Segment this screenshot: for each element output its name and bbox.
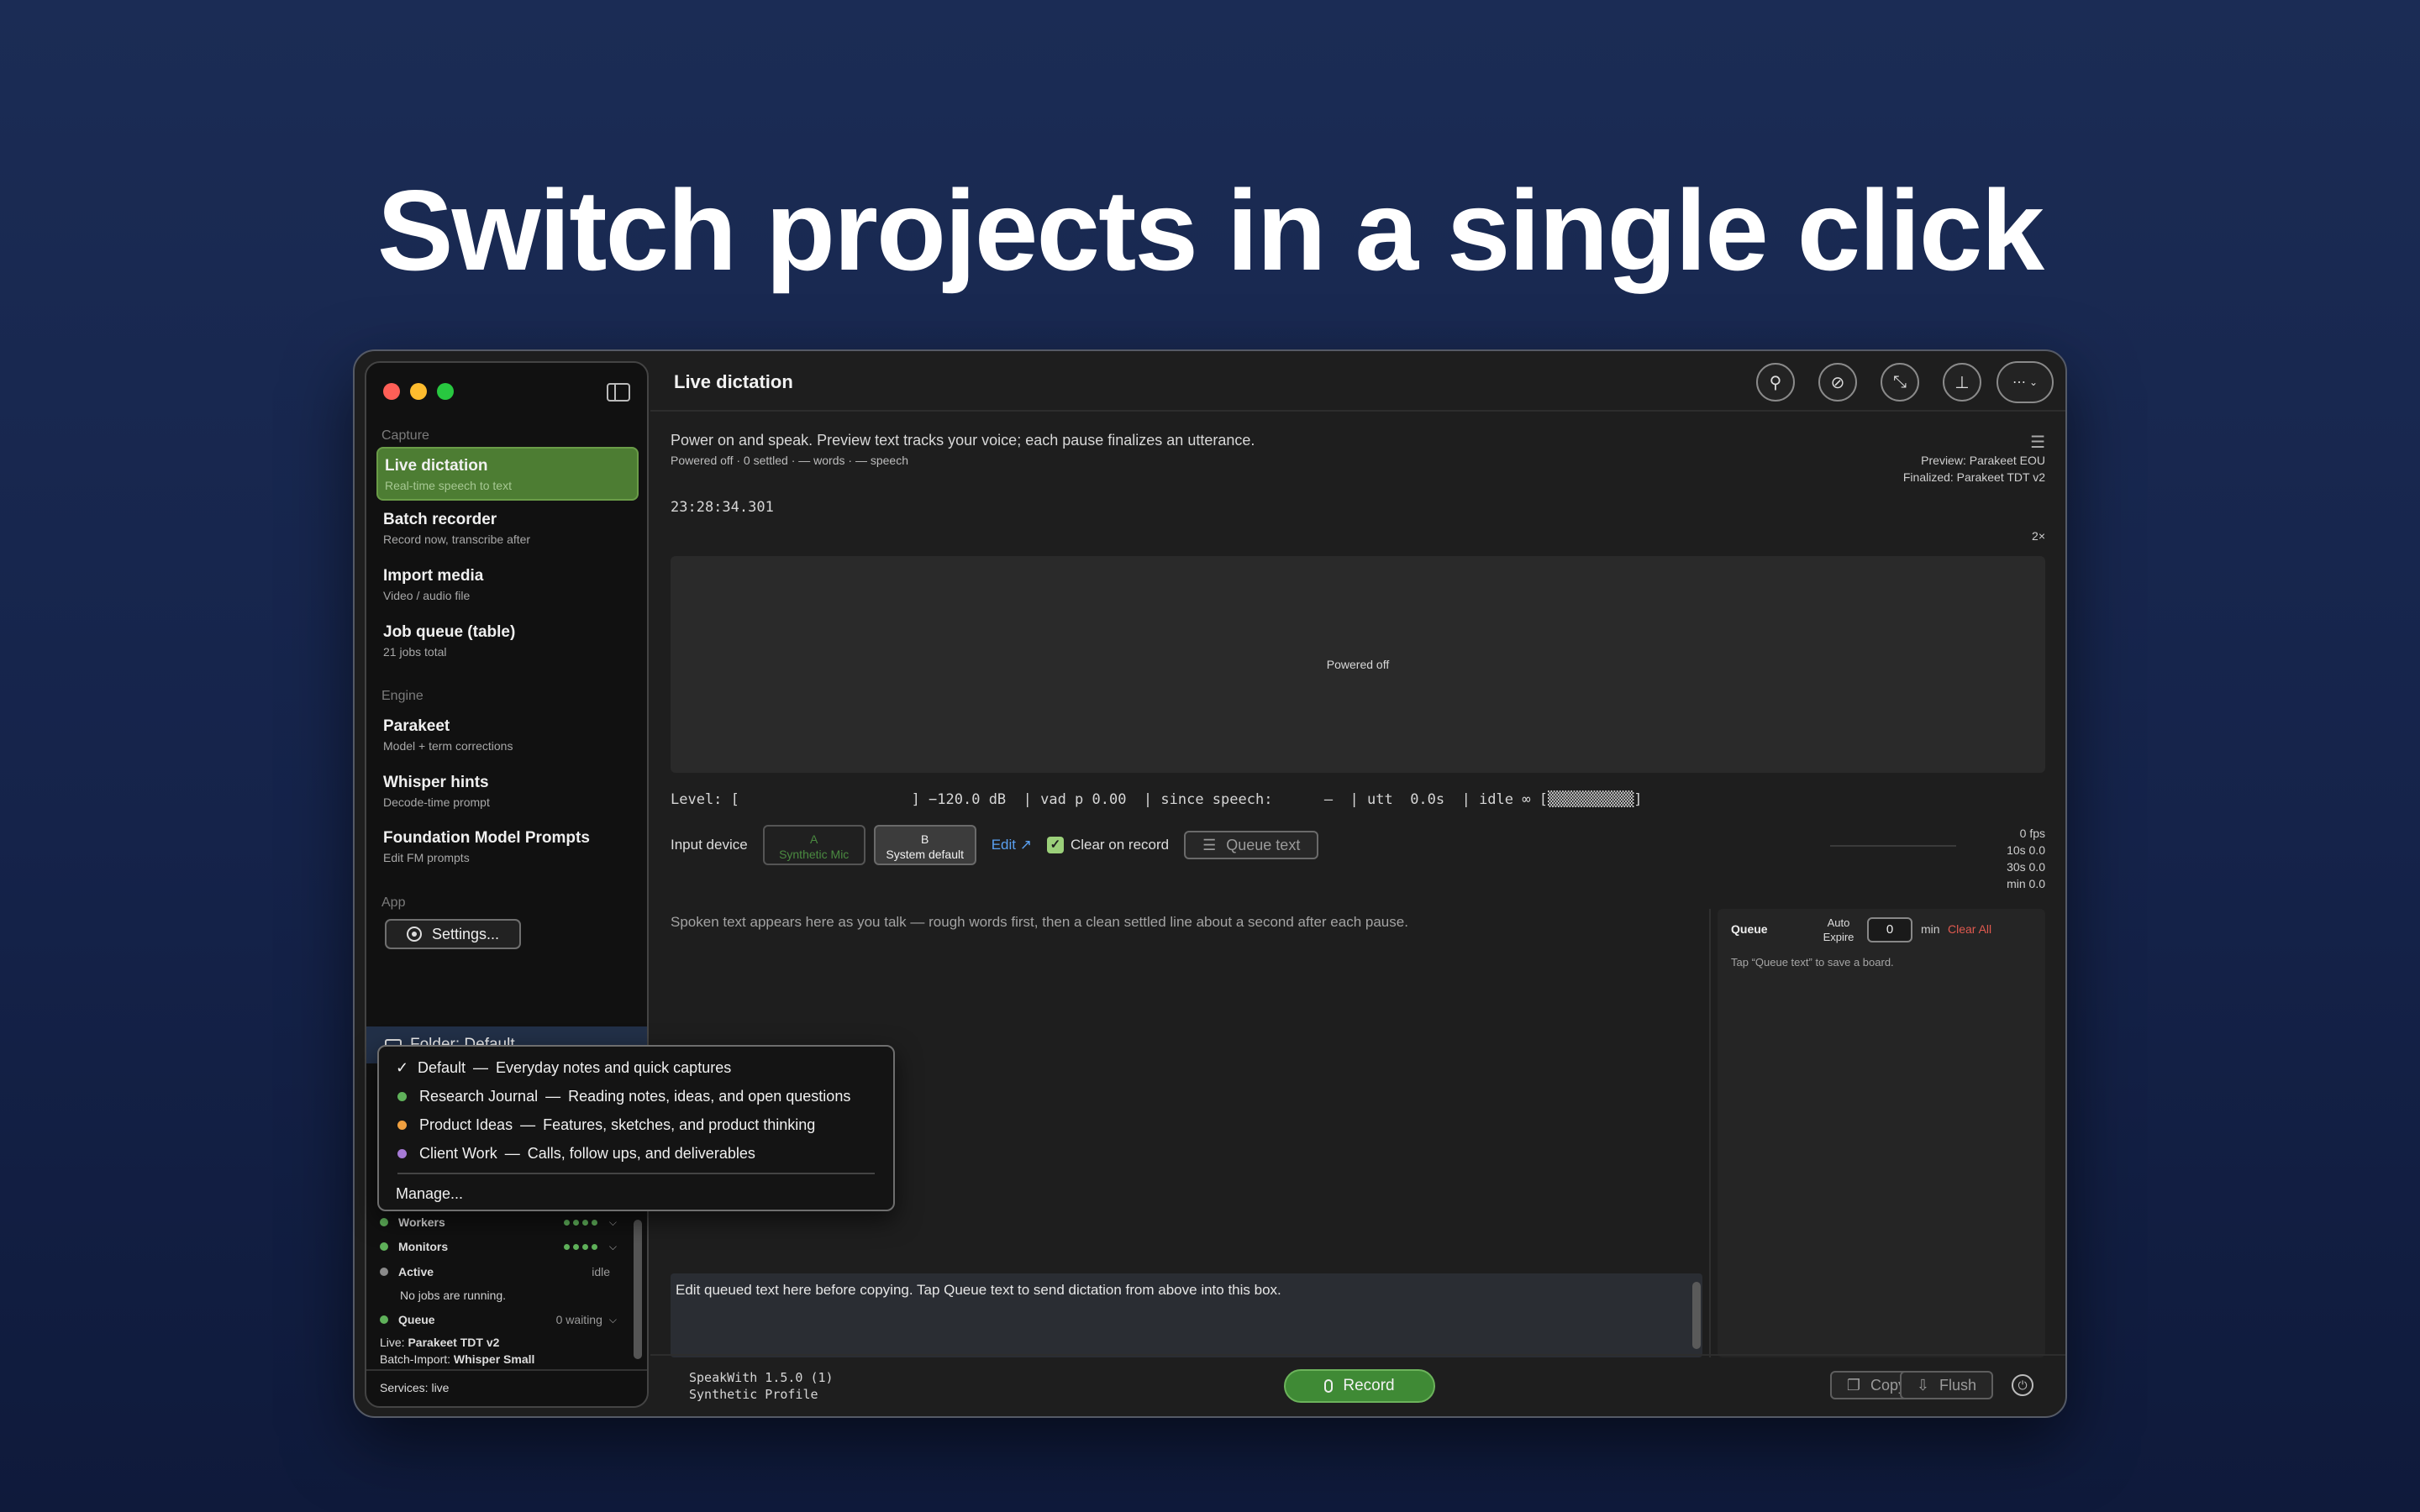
auto-expire-input[interactable]: 0 bbox=[1867, 917, 1912, 942]
folder-color-dot bbox=[397, 1148, 407, 1158]
device-a-button[interactable]: A Synthetic Mic bbox=[762, 825, 865, 865]
flush-button[interactable]: ⇩ Flush bbox=[1899, 1371, 1993, 1399]
section-label-capture: Capture bbox=[381, 428, 429, 443]
status-monitors[interactable]: Monitors ⌵ bbox=[380, 1237, 617, 1256]
flush-icon: ⇩ bbox=[1916, 1376, 1929, 1394]
minimize-window-button[interactable] bbox=[410, 383, 427, 400]
sidebar-item-foundation-model-prompts[interactable]: Foundation Model Prompts Edit FM prompts bbox=[376, 821, 639, 874]
status-workers[interactable]: Workers ⌵ bbox=[380, 1213, 617, 1231]
queue-title: Queue bbox=[1731, 922, 1768, 936]
menu-separator bbox=[397, 1173, 875, 1174]
fps-readout: 0 fps 10s 0.0 30s 0.0 min 0.0 bbox=[2007, 827, 2045, 890]
main-panel: Live dictation ⚲ ⊘ ⤡ ⊥ ⋯ ⌄ Power on and … bbox=[650, 351, 2065, 1416]
queue-text-button[interactable]: ☰ Queue text bbox=[1184, 831, 1319, 859]
queue-hint: Tap “Queue text” to save a board. bbox=[1731, 956, 1894, 969]
no-jobs-text: No jobs are running. bbox=[400, 1289, 507, 1302]
sidebar-scrollbar[interactable] bbox=[634, 1220, 642, 1359]
microphone-off-icon[interactable]: ⊘ bbox=[1818, 363, 1857, 402]
monitor-indicator-dots bbox=[563, 1243, 597, 1250]
power-icon[interactable]: ⏻ bbox=[2012, 1374, 2033, 1396]
fps-sparkline bbox=[1830, 845, 1956, 847]
sidebar-item-import-media[interactable]: Import media Video / audio file bbox=[376, 559, 639, 612]
pin-icon[interactable]: ⊥ bbox=[1943, 363, 1981, 402]
input-device-label: Input device bbox=[671, 837, 748, 853]
model-info: Preview: Parakeet EOU Finalized: Parakee… bbox=[1902, 454, 2045, 484]
status-dot bbox=[380, 1315, 388, 1324]
device-b-button[interactable]: B System default bbox=[873, 825, 976, 865]
section-label-app: App bbox=[381, 895, 406, 910]
gear-icon bbox=[407, 927, 422, 942]
checkmark-icon: ✓ bbox=[396, 1058, 409, 1076]
chevron-down-icon: ⌵ bbox=[608, 1313, 617, 1326]
sidebar-item-batch-recorder[interactable]: Batch recorder Record now, transcribe af… bbox=[376, 502, 639, 556]
headline: Switch projects in a single click bbox=[376, 166, 2044, 294]
waveform-status: Powered off bbox=[1326, 658, 1390, 671]
record-button[interactable]: Record bbox=[1284, 1369, 1435, 1403]
folder-option-client-work[interactable]: Client Work — Calls, follow ups, and del… bbox=[396, 1141, 755, 1166]
edit-device-link[interactable]: Edit ↗ bbox=[992, 837, 1032, 853]
folder-color-dot bbox=[397, 1120, 407, 1130]
waveform-display: Powered off bbox=[671, 556, 2045, 773]
page-title: Live dictation bbox=[674, 371, 793, 392]
microphone-icon bbox=[1324, 1379, 1334, 1393]
chevron-down-icon: ⌵ bbox=[608, 1215, 617, 1228]
version-info: SpeakWith 1.5.0 (1) Synthetic Profile bbox=[689, 1370, 834, 1402]
footer-bar: SpeakWith 1.5.0 (1) Synthetic Profile Re… bbox=[650, 1354, 2065, 1416]
app-window: Capture Live dictation Real-time speech … bbox=[353, 349, 2067, 1418]
status-queue[interactable]: Queue 0 waiting ⌵ bbox=[380, 1310, 617, 1329]
chevron-down-icon: ⌵ bbox=[608, 1240, 617, 1252]
ellipsis-icon: ⋯ bbox=[2012, 375, 2026, 390]
copy-icon: ❐ bbox=[1846, 1376, 1860, 1394]
playback-speed[interactable]: 2× bbox=[2032, 529, 2045, 543]
toolbar: Live dictation ⚲ ⊘ ⤡ ⊥ ⋯ ⌄ bbox=[650, 351, 2065, 412]
clock-readout: 23:28:34.301 bbox=[671, 499, 774, 516]
queued-text-editor[interactable]: Edit queued text here before copying. Ta… bbox=[671, 1273, 1702, 1357]
section-label-engine: Engine bbox=[381, 689, 424, 703]
queue-panel: Queue Auto Expire 0 min Clear All Tap “Q… bbox=[1718, 909, 2045, 1357]
more-options-button[interactable]: ⋯ ⌄ bbox=[1996, 361, 2054, 403]
level-meter-readout: Level: [ ] −120.0 dB | vad p 0.00 | sinc… bbox=[671, 791, 1643, 808]
status-active: Active idle bbox=[380, 1263, 617, 1281]
live-model-line: Live: Parakeet TDT v2 bbox=[380, 1336, 500, 1349]
clear-on-record-checkbox[interactable]: ✓ bbox=[1046, 837, 1064, 853]
status-dot bbox=[380, 1242, 388, 1251]
list-icon: ☰ bbox=[1202, 836, 1217, 853]
folder-color-dot bbox=[397, 1091, 407, 1101]
sidebar: Capture Live dictation Real-time speech … bbox=[365, 361, 649, 1408]
window-controls bbox=[383, 383, 454, 400]
folder-option-product-ideas[interactable]: Product Ideas — Features, sketches, and … bbox=[396, 1112, 815, 1137]
zoom-window-button[interactable] bbox=[437, 383, 454, 400]
clear-all-button[interactable]: Clear All bbox=[1948, 922, 1991, 936]
sidebar-item-job-queue[interactable]: Job queue (table) 21 jobs total bbox=[376, 615, 639, 669]
session-meta: Powered off · 0 settled · — words · — sp… bbox=[671, 454, 908, 467]
input-device-row: Input device A Synthetic Mic B System de… bbox=[671, 823, 1319, 867]
status-dot bbox=[380, 1268, 388, 1276]
sidebar-item-live-dictation[interactable]: Live dictation Real-time speech to text bbox=[376, 447, 639, 501]
batch-model-line: Batch-Import: Whisper Small bbox=[380, 1352, 535, 1366]
chevron-down-icon: ⌄ bbox=[2028, 376, 2039, 388]
collapse-icon[interactable]: ⤡ bbox=[1881, 363, 1919, 402]
transcript-placeholder: Spoken text appears here as you talk — r… bbox=[671, 914, 1408, 930]
sliders-icon[interactable]: ☰ bbox=[2030, 432, 2045, 453]
settings-button[interactable]: Settings... bbox=[385, 919, 521, 949]
manage-folders-item[interactable]: Manage... bbox=[396, 1181, 463, 1206]
services-status: Services: live bbox=[366, 1369, 647, 1406]
close-window-button[interactable] bbox=[383, 383, 400, 400]
sidebar-item-whisper-hints[interactable]: Whisper hints Decode-time prompt bbox=[376, 765, 639, 819]
status-dot bbox=[380, 1218, 388, 1226]
panel-divider[interactable] bbox=[1709, 909, 1711, 1357]
clear-on-record-label: Clear on record bbox=[1070, 837, 1170, 853]
folder-dropdown-menu: ✓ Default — Everyday notes and quick cap… bbox=[377, 1045, 895, 1211]
sidebar-item-parakeet[interactable]: Parakeet Model + term corrections bbox=[376, 709, 639, 763]
sidebar-toggle-icon[interactable] bbox=[607, 383, 630, 402]
auto-expire-label: Auto Expire bbox=[1823, 916, 1854, 943]
folder-option-research-journal[interactable]: Research Journal — Reading notes, ideas,… bbox=[396, 1084, 850, 1109]
folder-option-default[interactable]: ✓ Default — Everyday notes and quick cap… bbox=[396, 1055, 731, 1080]
editor-scrollbar[interactable] bbox=[1692, 1282, 1701, 1349]
worker-indicator-dots bbox=[563, 1219, 597, 1226]
microphone-toggle-icon[interactable]: ⚲ bbox=[1756, 363, 1795, 402]
minutes-label: min bbox=[1921, 922, 1940, 936]
description-text: Power on and speak. Preview text tracks … bbox=[671, 432, 1255, 449]
